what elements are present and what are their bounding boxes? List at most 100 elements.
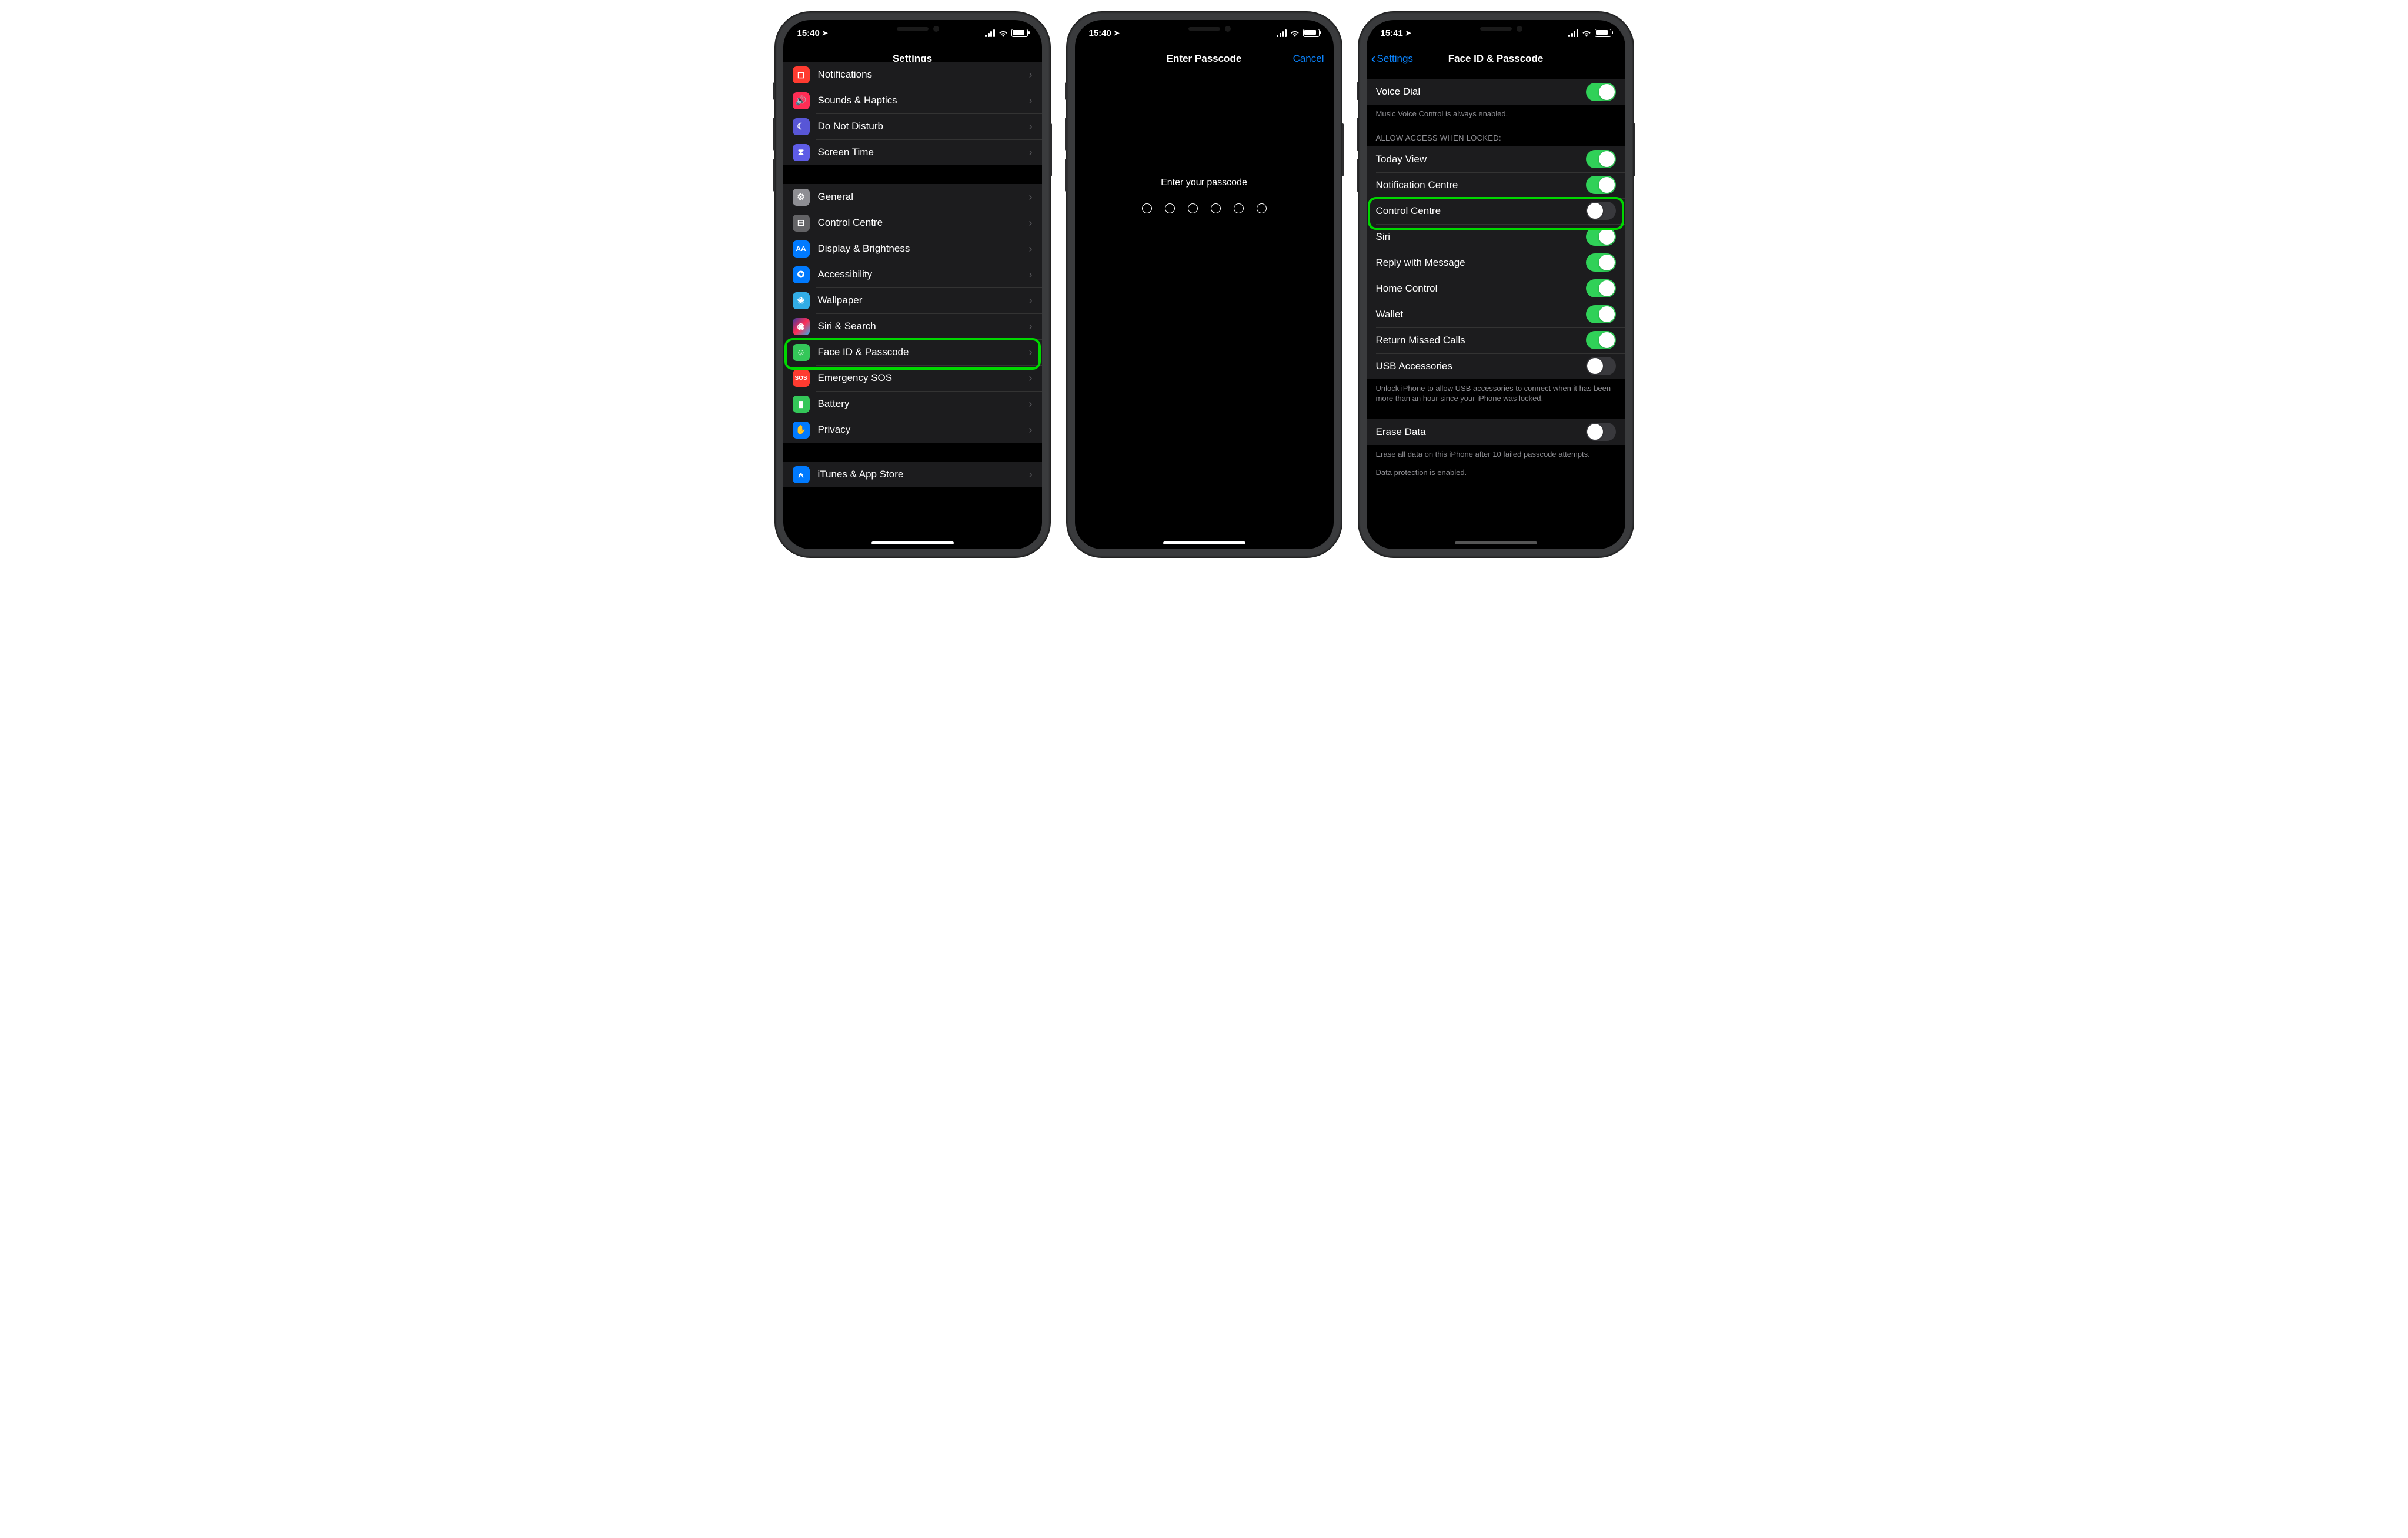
sos-icon: SOS (793, 370, 810, 387)
switch-siri[interactable] (1586, 228, 1616, 246)
siri-icon: ◉ (793, 318, 810, 335)
switch-home-control[interactable] (1586, 279, 1616, 297)
appstore-icon: ⍲ (793, 466, 810, 483)
chevron-right-icon: › (1029, 217, 1033, 229)
settings-row-screentime[interactable]: ⧗ Screen Time › (783, 139, 1042, 165)
settings-row-sos[interactable]: SOS Emergency SOS › (783, 365, 1042, 391)
settings-row-dnd[interactable]: ☾ Do Not Disturb › (783, 113, 1042, 139)
dnd-icon: ☾ (793, 118, 810, 135)
row-notification-centre[interactable]: Notification Centre (1367, 172, 1625, 198)
passcode-dot (1211, 203, 1221, 213)
wifi-icon (1582, 29, 1591, 36)
settings-row-faceid[interactable]: ☺︎ Face ID & Passcode › (783, 339, 1042, 365)
general-icon: ⚙︎ (793, 189, 810, 206)
row-reply-with-message[interactable]: Reply with Message (1367, 250, 1625, 276)
signal-icon (985, 29, 995, 37)
settings-row-battery[interactable]: ▮ Battery › (783, 391, 1042, 417)
faceid-icon: ☺︎ (793, 344, 810, 361)
chevron-right-icon: › (1029, 191, 1033, 203)
footer-usb: Unlock iPhone to allow USB accessories t… (1367, 379, 1625, 404)
switch-today-view[interactable] (1586, 150, 1616, 168)
cancel-button[interactable]: Cancel (1293, 53, 1324, 65)
row-siri[interactable]: Siri (1367, 224, 1625, 250)
home-indicator[interactable] (1163, 541, 1245, 544)
location-icon: ➤ (822, 29, 828, 37)
notifications-icon: ◻︎ (793, 66, 810, 83)
display-icon: AA (793, 240, 810, 258)
sounds-icon: 🔊 (793, 92, 810, 109)
chevron-right-icon: › (1029, 424, 1033, 436)
settings-row-controlcentre[interactable]: ⊟ Control Centre › (783, 210, 1042, 236)
chevron-right-icon: › (1029, 69, 1033, 81)
footer-dataprotection: Data protection is enabled. (1367, 459, 1625, 478)
passcode-dots[interactable] (1075, 203, 1334, 213)
row-erase-data[interactable]: Erase Data (1367, 419, 1625, 445)
passcode-dot (1188, 203, 1198, 213)
switch-wallet[interactable] (1586, 305, 1616, 323)
chevron-right-icon: › (1029, 243, 1033, 255)
switch-reply-with-message[interactable] (1586, 253, 1616, 272)
passcode-dot (1165, 203, 1175, 213)
settings-row-display[interactable]: AA Display & Brightness › (783, 236, 1042, 262)
battery-row-icon: ▮ (793, 396, 810, 413)
passcode-dot (1142, 203, 1152, 213)
home-indicator[interactable] (871, 541, 954, 544)
back-button[interactable]: ‹Settings (1371, 52, 1413, 66)
location-icon: ➤ (1405, 29, 1411, 37)
switch-erase-data[interactable] (1586, 423, 1616, 441)
switch-usb-accessories[interactable] (1586, 357, 1616, 375)
switch-voice-dial[interactable] (1586, 83, 1616, 101)
accessibility-icon: ✪ (793, 266, 810, 283)
chevron-right-icon: › (1029, 269, 1033, 281)
phone-faceid-settings: 15:41➤ ‹Settings Face ID & Passcode Voic… (1358, 12, 1634, 557)
settings-row-general[interactable]: ⚙︎ General › (783, 184, 1042, 210)
chevron-right-icon: › (1029, 295, 1033, 307)
screentime-icon: ⧗ (793, 144, 810, 161)
row-home-control[interactable]: Home Control (1367, 276, 1625, 302)
row-today-view[interactable]: Today View (1367, 146, 1625, 172)
settings-row-itunes[interactable]: ⍲ iTunes & App Store › (783, 462, 1042, 487)
home-indicator[interactable] (1455, 541, 1537, 544)
notch (851, 20, 974, 38)
status-time: 15:40 (1089, 28, 1111, 38)
status-time: 15:41 (1381, 28, 1403, 38)
passcode-prompt: Enter your passcode (1075, 178, 1334, 188)
page-title: Enter Passcode (1167, 53, 1242, 65)
footer-voice-dial: Music Voice Control is always enabled. (1367, 105, 1625, 119)
switch-return-missed-calls[interactable] (1586, 331, 1616, 349)
battery-icon (1011, 29, 1028, 37)
nav-bar: ‹Settings Face ID & Passcode (1367, 46, 1625, 72)
footer-erase: Erase all data on this iPhone after 10 f… (1367, 445, 1625, 460)
settings-row-notifications[interactable]: ◻︎ Notifications › (783, 62, 1042, 88)
passcode-dot (1257, 203, 1267, 213)
settings-row-siri[interactable]: ◉ Siri & Search › (783, 313, 1042, 339)
row-usb-accessories[interactable]: USB Accessories (1367, 353, 1625, 379)
wallpaper-icon: ❀ (793, 292, 810, 309)
page-title: Face ID & Passcode (1448, 53, 1544, 65)
settings-row-wallpaper[interactable]: ❀ Wallpaper › (783, 287, 1042, 313)
row-return-missed-calls[interactable]: Return Missed Calls (1367, 327, 1625, 353)
row-control-centre[interactable]: Control Centre (1367, 198, 1625, 224)
settings-row-privacy[interactable]: ✋ Privacy › (783, 417, 1042, 443)
passcode-dot (1234, 203, 1244, 213)
phone-passcode: 15:40➤ Enter Passcode Cancel Enter your … (1067, 12, 1342, 557)
chevron-right-icon: › (1029, 95, 1033, 107)
chevron-right-icon: › (1029, 346, 1033, 359)
settings-row-accessibility[interactable]: ✪ Accessibility › (783, 262, 1042, 287)
switch-control-centre[interactable] (1586, 202, 1616, 220)
status-time: 15:40 (797, 28, 820, 38)
chevron-right-icon: › (1029, 320, 1033, 333)
chevron-left-icon: ‹ (1371, 52, 1376, 66)
notch (1143, 20, 1266, 38)
nav-bar: Enter Passcode Cancel (1075, 46, 1334, 72)
notch (1434, 20, 1558, 38)
row-voice-dial[interactable]: Voice Dial (1367, 79, 1625, 105)
controlcentre-icon: ⊟ (793, 215, 810, 232)
settings-row-sounds[interactable]: 🔊 Sounds & Haptics › (783, 88, 1042, 113)
chevron-right-icon: › (1029, 372, 1033, 384)
location-icon: ➤ (1114, 29, 1120, 37)
switch-notification-centre[interactable] (1586, 176, 1616, 194)
phone-settings: 15:40➤ Settings ◻︎ Notifications › 🔊 (775, 12, 1050, 557)
row-wallet[interactable]: Wallet (1367, 302, 1625, 327)
privacy-icon: ✋ (793, 422, 810, 439)
